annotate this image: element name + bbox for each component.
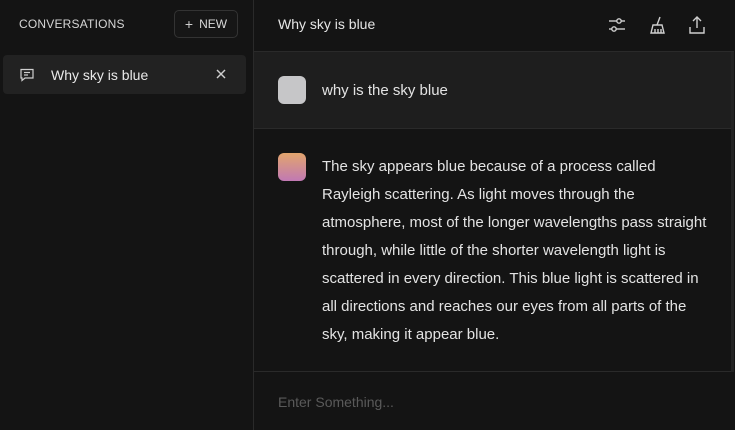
plus-icon: +: [184, 16, 194, 32]
chat-panel: Why sky is blue why is the sky blue The …: [254, 0, 734, 430]
message-input[interactable]: [278, 391, 708, 413]
assistant-message: The sky appears blue because of a proces…: [254, 129, 734, 372]
chat-icon: [20, 68, 34, 82]
sidebar-title: CONVERSATIONS: [19, 17, 125, 31]
broom-icon[interactable]: [647, 14, 669, 36]
scrollbar-track[interactable]: [731, 52, 734, 372]
chat-header: Why sky is blue: [254, 0, 734, 52]
sidebar-header: CONVERSATIONS + NEW: [0, 0, 253, 48]
share-icon[interactable]: [686, 14, 708, 36]
conversation-label: Why sky is blue: [51, 67, 149, 83]
new-conversation-button[interactable]: + NEW: [174, 10, 238, 38]
assistant-avatar: [278, 153, 306, 181]
message-input-area: [254, 373, 734, 430]
sidebar: CONVERSATIONS + NEW Why sky is blue: [0, 0, 254, 430]
chat-title: Why sky is blue: [278, 16, 376, 32]
sliders-icon[interactable]: [606, 14, 628, 36]
user-avatar: [278, 76, 306, 104]
new-button-label: NEW: [199, 17, 228, 31]
user-message-text: why is the sky blue: [322, 82, 448, 99]
user-message: why is the sky blue: [254, 52, 734, 129]
close-icon[interactable]: [214, 67, 228, 81]
assistant-message-text: The sky appears blue because of a proces…: [322, 158, 707, 343]
app-window: CONVERSATIONS + NEW Why sky is blue Why …: [0, 0, 735, 430]
conversation-item-why-sky-is-blue[interactable]: Why sky is blue: [3, 55, 246, 94]
